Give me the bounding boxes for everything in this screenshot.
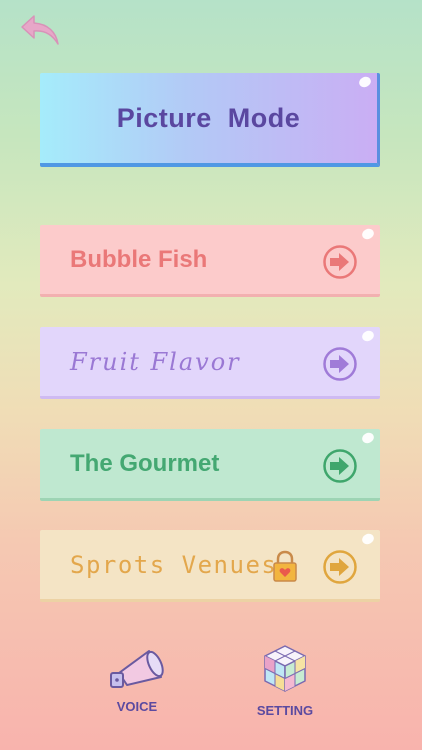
arrow-right-circle-icon [323,245,357,279]
gloss-highlight [357,74,373,90]
mode-button-sprots-venues[interactable]: Sprots Venues [40,530,380,602]
arrow-right-circle-icon [323,347,357,381]
setting-label: SETTING [256,703,314,718]
setting-button[interactable]: SETTING [240,643,330,718]
megaphone-icon [110,650,164,688]
lock-icon [273,550,297,582]
gloss-highlight [360,531,376,547]
back-arrow-icon [21,15,59,45]
gloss-highlight [360,328,376,344]
mode-button-the-gourmet[interactable]: The Gourmet [40,429,380,501]
back-button[interactable] [18,12,64,48]
mode-button-fruit-flavor[interactable]: Fruit Flavor [40,327,380,399]
voice-button[interactable]: VOICE [92,643,182,714]
voice-label: VOICE [116,699,158,714]
picture-mode-title-panel: Picture Mode [40,73,380,167]
arrow-right-circle-icon [323,449,357,483]
page-title: Picture Mode [116,102,301,133]
arrow-right-circle-icon [323,550,357,584]
cube-icon [264,645,306,692]
gloss-highlight [360,430,376,446]
gloss-highlight [360,226,376,242]
mode-button-bubble-fish[interactable]: Bubble Fish [40,225,380,297]
